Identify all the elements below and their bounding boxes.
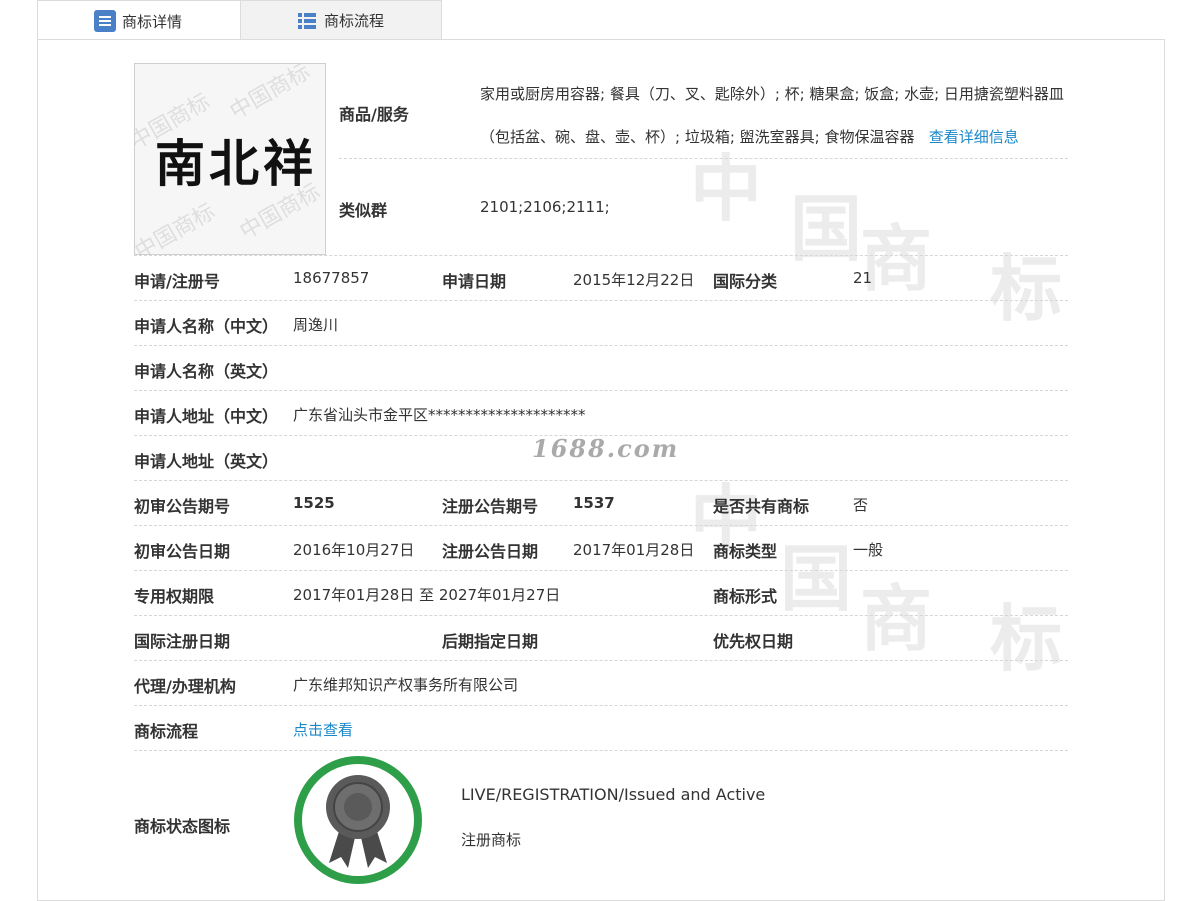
divider xyxy=(134,390,1068,391)
registered-badge-icon xyxy=(293,755,423,885)
tm-form-label: 商标形式 xyxy=(713,587,778,606)
tm-type-value: 一般 xyxy=(853,541,884,559)
status-icon-label: 商标状态图标 xyxy=(134,817,231,836)
divider xyxy=(134,660,1068,661)
intl-reg-date-label: 国际注册日期 xyxy=(134,632,231,651)
status-en: LIVE/REGISTRATION/Issued and Active xyxy=(461,785,766,804)
divider xyxy=(134,255,1068,256)
tab-label: 商标详情 xyxy=(122,12,183,31)
divider xyxy=(134,705,1068,706)
shared-value: 否 xyxy=(853,496,869,514)
trademark-image: 中国商标 中国商标 中国商标 中国商标 南北祥 xyxy=(134,63,326,255)
status-cn: 注册商标 xyxy=(461,831,522,849)
excl-period-label: 专用权期限 xyxy=(134,587,215,606)
similar-group-label: 类似群 xyxy=(339,201,388,220)
apply-date-label: 申请日期 xyxy=(442,272,507,291)
shared-label: 是否共有商标 xyxy=(713,497,810,516)
applicant-cn-label: 申请人名称（中文） xyxy=(134,317,279,336)
address-cn-value: 广东省汕头市金平区********************* xyxy=(293,406,586,424)
later-date-label: 后期指定日期 xyxy=(442,632,539,651)
tm-type-label: 商标类型 xyxy=(713,542,778,561)
process-label: 商标流程 xyxy=(134,722,199,741)
agent-label: 代理/办理机构 xyxy=(134,677,236,696)
goods-services-label: 商品/服务 xyxy=(339,105,409,124)
reg-date-value: 2017年01月28日 xyxy=(573,541,695,559)
divider xyxy=(134,570,1068,571)
reg-issue-value: 1537 xyxy=(573,494,615,512)
goods-services-value: 家用或厨房用容器; 餐具（刀、叉、匙除外）; 杯; 糖果盒; 饭盒; 水壶; 日… xyxy=(480,73,1075,159)
grid-list-icon xyxy=(296,10,318,32)
excl-period-value: 2017年01月28日 至 2027年01月27日 xyxy=(293,586,561,604)
prelim-issue-label: 初审公告期号 xyxy=(134,497,231,516)
list-doc-icon xyxy=(94,10,116,32)
site-watermark: 1688.com xyxy=(532,434,680,463)
intl-class-value: 21 xyxy=(853,269,873,287)
tab-label: 商标流程 xyxy=(324,12,385,30)
priority-date-label: 优先权日期 xyxy=(713,632,794,651)
trademark-logo-text: 南北祥 xyxy=(155,134,317,193)
divider xyxy=(134,750,1068,751)
tab-trademark-details[interactable]: 商标详情 xyxy=(37,0,241,41)
prelim-date-value: 2016年10月27日 xyxy=(293,541,415,559)
divider xyxy=(134,345,1068,346)
divider xyxy=(339,158,1068,159)
address-en-label: 申请人地址（英文） xyxy=(134,452,279,471)
applicant-en-label: 申请人名称（英文） xyxy=(134,362,279,381)
apply-date-value: 2015年12月22日 xyxy=(573,271,695,289)
reg-issue-label: 注册公告期号 xyxy=(442,497,539,516)
prelim-issue-value: 1525 xyxy=(293,494,335,512)
address-cn-label: 申请人地址（中文） xyxy=(134,407,279,426)
divider xyxy=(134,525,1068,526)
reg-no-value: 18677857 xyxy=(293,269,370,287)
reg-no-label: 申请/注册号 xyxy=(134,272,220,291)
divider xyxy=(134,300,1068,301)
agent-value: 广东维邦知识产权事务所有限公司 xyxy=(293,676,519,694)
divider xyxy=(134,480,1068,481)
intl-class-label: 国际分类 xyxy=(713,272,778,291)
divider xyxy=(134,615,1068,616)
prelim-date-label: 初审公告日期 xyxy=(134,542,231,561)
view-process-link[interactable]: 点击查看 xyxy=(293,719,353,740)
view-details-link[interactable]: 查看详细信息 xyxy=(929,128,1019,146)
tab-trademark-process[interactable]: 商标流程 xyxy=(240,0,442,41)
applicant-cn-value: 周逸川 xyxy=(293,316,339,334)
similar-group-value: 2101;2106;2111; xyxy=(480,198,610,216)
reg-date-label: 注册公告日期 xyxy=(442,542,539,561)
